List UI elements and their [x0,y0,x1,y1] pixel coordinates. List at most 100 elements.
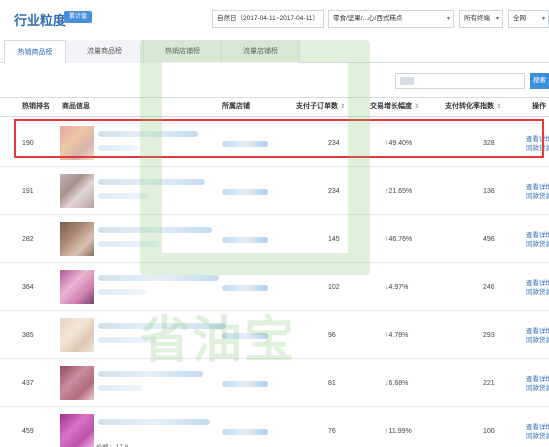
conversion-cell: 221 [483,380,495,387]
sort-icon: ⇕ [413,104,419,110]
header-conversion[interactable]: 支付转化率指数 ⇕ [445,98,501,116]
tab-traffic-products[interactable]: 流量商品榜 [66,40,144,63]
highlight-box [14,119,544,158]
rank-cell: 459 [22,428,34,435]
product-price-blurred [98,337,157,343]
conversion-cell: 246 [483,284,495,291]
top-bar: 行业粒度 累计值 自然日（2017-04-11~2017-04-11） 零食/坚… [0,0,549,36]
same-source-link[interactable]: 同款货源 [526,192,549,201]
conversion-cell: 136 [483,188,495,195]
growth-cell: ↓4.97% [385,284,408,291]
view-details-link[interactable]: 查看详情 [526,327,549,336]
header-rank: 热销排名 [22,103,50,110]
view-details-link[interactable]: 查看详情 [526,423,549,432]
shop-name-blurred[interactable] [222,381,268,387]
terminal-value: 所有终端 [464,15,490,22]
region-value: 全网 [513,15,526,22]
rank-cell: 437 [22,380,34,387]
header-orders-label: 支付子订单数 [296,103,338,110]
table-row: 459 价格：17.8 76 ↑11.99% 100 查看详情同款货源 [0,407,549,447]
same-source-link[interactable]: 同款货源 [526,240,549,249]
conversion-cell: 100 [483,428,495,435]
same-source-link[interactable]: 同款货源 [526,336,549,345]
product-price: 价格：17.8 [96,441,128,447]
growth-cell: ↓6.68% [385,380,408,387]
shop-name-blurred[interactable] [222,285,268,291]
terminal-select[interactable]: 所有终端 ▾ [459,10,503,28]
product-title-blurred[interactable] [98,371,203,377]
product-title-blurred[interactable] [98,275,219,281]
product-thumbnail[interactable] [60,318,94,352]
tab-label: 热销店铺榜 [165,48,200,55]
chevron-down-icon: ▾ [495,16,499,22]
sort-icon: ⇕ [339,104,345,110]
same-source-link[interactable]: 同款货源 [526,384,549,393]
conversion-cell: 496 [483,236,495,243]
sort-icon: ⇕ [495,104,501,110]
growth-value: 11.99% [388,428,412,435]
shop-name-blurred[interactable] [222,333,268,339]
growth-cell: ↑46.76% [385,236,412,243]
shop-name-blurred[interactable] [222,237,268,243]
product-thumbnail[interactable] [60,270,94,304]
product-price-blurred [98,385,143,391]
orders-cell: 145 [328,236,340,243]
product-title-blurred[interactable] [98,419,210,425]
header-growth[interactable]: 交易增长幅度 ⇕ [370,98,419,116]
rank-cell: 364 [22,284,34,291]
shop-name-blurred[interactable] [222,189,268,195]
product-title-blurred[interactable] [98,323,226,329]
product-price-blurred [98,241,160,247]
growth-cell: ↑11.99% [385,428,412,435]
product-title-blurred[interactable] [98,179,205,185]
search-input[interactable] [395,73,525,89]
region-select[interactable]: 全网 ▾ [508,10,549,28]
table-row: 385 96 ↑4.78% 293 查看详情 同款货源 [0,311,549,359]
header-orders[interactable]: 支付子订单数 ⇕ [296,98,345,116]
search-input-blurred-text [400,77,414,85]
tab-hot-shops[interactable]: 热销店铺榜 [144,40,222,63]
rank-cell: 191 [22,188,34,195]
product-thumbnail[interactable] [60,366,94,400]
view-details-link[interactable]: 查看详情 [526,183,549,192]
shop-name-blurred[interactable] [222,429,268,435]
same-source-link[interactable]: 同款货源 [526,288,549,297]
product-thumbnail[interactable] [60,222,94,256]
search-button[interactable]: 搜索 [530,73,549,89]
view-details-link[interactable]: 查看详情 [526,231,549,240]
product-thumbnail[interactable] [60,414,94,447]
category-select[interactable]: 零食/坚果/...心/西式糕点 ▾ [328,10,454,28]
header-growth-label: 交易增长幅度 [370,103,412,110]
growth-value: 46.76% [388,236,413,243]
header-shop: 所属店铺 [222,103,250,110]
page-title: 行业粒度 [14,13,67,28]
growth-value: 21.65% [388,188,413,195]
product-title-blurred[interactable] [98,227,212,233]
view-details-link[interactable]: 查看详情 [526,279,549,288]
product-thumbnail[interactable] [60,174,94,208]
date-range-select[interactable]: 自然日（2017-04-11~2017-04-11） [212,10,324,28]
orders-cell: 96 [328,332,336,339]
orders-cell: 102 [328,284,340,291]
product-price-blurred [98,289,146,295]
date-range-value: 自然日（2017-04-11~2017-04-11） [217,15,319,22]
same-source-link[interactable]: 同款货源 [526,432,549,441]
growth-value: 6.68% [388,380,409,387]
tab-hot-products[interactable]: 热销商品榜 [4,40,66,64]
orders-cell: 81 [328,380,336,387]
header-action: 操作 [532,103,546,110]
orders-cell: 76 [328,428,336,435]
header-conversion-label: 支付转化率指数 [445,103,494,110]
chevron-down-icon: ▾ [541,16,545,22]
accumulated-badge[interactable]: 累计值 [64,11,93,23]
chevron-down-icon: ▾ [446,16,450,22]
table-row: 364 102 ↓4.97% 246 查看详情 同款货源 [0,263,549,311]
tab-label: 热销商品榜 [17,49,53,56]
growth-cell: ↑4.78% [385,332,408,339]
table-row: 282 145 ↑46.76% 496 查看详情 同款货源 [0,215,549,263]
growth-cell: ↑21.65% [385,188,412,195]
rank-cell: 282 [22,236,34,243]
view-details-link[interactable]: 查看详情 [526,375,549,384]
tab-label: 流量商品榜 [87,48,122,55]
tab-traffic-shops[interactable]: 流量店铺榜 [222,40,300,63]
